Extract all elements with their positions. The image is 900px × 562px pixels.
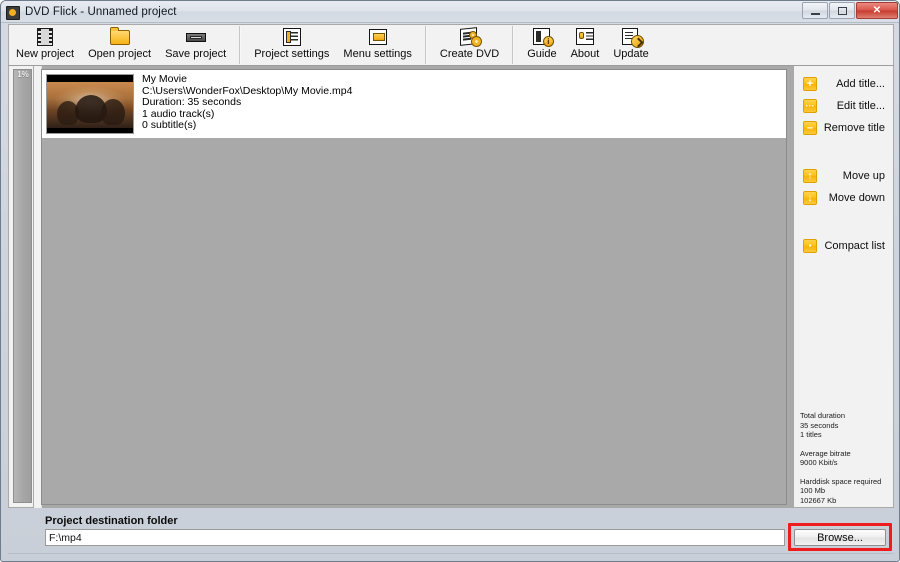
toolbar-guide-label: Guide	[527, 48, 557, 60]
toolbar-about-label: About	[570, 48, 600, 60]
add-title-label: Add title...	[836, 78, 885, 90]
window-controls: ✕	[801, 2, 898, 19]
ellipsis-icon: ···	[803, 99, 817, 113]
toolbar-new-project-label: New project	[16, 48, 75, 60]
title-bar: DVD Flick - Unnamed project ✕	[1, 1, 899, 23]
toolbar-save-project-label: Save project	[165, 48, 227, 60]
film-strip-icon	[34, 27, 56, 47]
edit-title-label: Edit title...	[836, 100, 885, 112]
toolbar-guide[interactable]: i Guide	[520, 25, 563, 65]
title-list[interactable]: My Movie C:\Users\WonderFox\Desktop\My M…	[41, 69, 787, 505]
encode-progress-strip: 1%	[8, 66, 34, 508]
remove-title-label: Remove title	[823, 122, 885, 134]
remove-title-button[interactable]: – Remove title	[797, 118, 891, 138]
compact-list-button[interactable]: ▪ Compact list	[797, 236, 891, 256]
total-duration-value: 35 seconds	[800, 420, 839, 430]
compact-list-label: Compact list	[824, 240, 885, 252]
maximize-button[interactable]	[829, 2, 855, 19]
main-toolbar: New project Open project Save project Pr…	[8, 24, 894, 66]
toolbar-update[interactable]: Update	[606, 25, 655, 65]
browse-button[interactable]: Browse...	[794, 529, 886, 546]
toolbar-create-dvd[interactable]: Create DVD	[433, 25, 506, 65]
project-stats: Total duration 35 seconds 1 titles Avera…	[800, 411, 892, 514]
title-subtitles: 0 subtitle(s)	[142, 119, 197, 132]
harddisk-mb: 100 Mb	[800, 486, 826, 495]
move-up-label: Move up	[842, 170, 885, 182]
minimize-button[interactable]	[802, 2, 828, 19]
titles-count: 1 titles	[800, 430, 822, 439]
about-icon	[574, 27, 596, 47]
dvd-flick-window: DVD Flick - Unnamed project ✕ New projec…	[0, 0, 900, 562]
compact-list-icon: ▪	[803, 239, 817, 253]
harddisk-kb: 102667 Kb	[800, 495, 837, 505]
title-metadata: My Movie C:\Users\WonderFox\Desktop\My M…	[142, 73, 352, 132]
minimize-icon	[810, 12, 820, 15]
average-bitrate-value: 9000 Kbit/s	[800, 458, 838, 467]
toolbar-separator-1	[239, 26, 242, 64]
destination-folder-input[interactable]: F:\mp4	[45, 529, 785, 546]
window-title: DVD Flick - Unnamed project	[25, 5, 177, 18]
progress-bar-fill	[13, 69, 32, 503]
toolbar-project-settings-label: Project settings	[254, 48, 330, 60]
arrow-up-icon: ↑	[803, 169, 817, 183]
progress-percent-label: 1%	[17, 70, 29, 79]
dvd-disc-icon	[6, 5, 20, 20]
maximize-icon	[837, 6, 847, 15]
harddisk-label: Harddisk space required	[800, 476, 882, 486]
stats-harddisk-group: Harddisk space required 100 Mb 102667 Kb	[800, 477, 892, 506]
move-up-button[interactable]: ↑ Move up	[797, 166, 891, 186]
toolbar-menu-settings[interactable]: Menu settings	[336, 25, 418, 65]
toolbar-about[interactable]: About	[564, 25, 607, 65]
arrow-down-icon: ↓	[803, 191, 817, 205]
table-row[interactable]: My Movie C:\Users\WonderFox\Desktop\My M…	[42, 70, 786, 138]
minus-icon: –	[803, 121, 817, 135]
update-icon	[620, 27, 645, 48]
create-dvd-icon	[459, 27, 482, 47]
toolbar-open-project[interactable]: Open project	[81, 25, 158, 65]
stats-duration-group: Total duration 35 seconds 1 titles	[800, 411, 892, 440]
toolbar-menu-settings-label: Menu settings	[343, 48, 412, 60]
toolbar-create-dvd-label: Create DVD	[439, 48, 500, 60]
move-down-label: Move down	[828, 192, 885, 204]
toolbar-new-project[interactable]: New project	[9, 25, 81, 65]
toolbar-open-project-label: Open project	[88, 48, 152, 60]
plus-icon: +	[803, 77, 817, 91]
toolbar-update-label: Update	[613, 48, 649, 60]
floppy-save-icon	[185, 27, 207, 47]
add-title-button[interactable]: + Add title...	[797, 74, 891, 94]
menu-settings-icon	[367, 27, 389, 47]
bottom-divider	[8, 553, 894, 554]
title-name: My Movie	[142, 73, 187, 85]
total-duration-label: Total duration	[800, 411, 846, 420]
title-list-panel: My Movie C:\Users\WonderFox\Desktop\My M…	[34, 66, 794, 508]
average-bitrate-label: Average bitrate	[800, 448, 851, 458]
toolbar-separator-3	[512, 26, 515, 64]
title-actions-panel: + Add title... ··· Edit title... – Remov…	[794, 66, 894, 508]
stats-bitrate-group: Average bitrate 9000 Kbit/s	[800, 449, 892, 468]
toolbar-separator-2	[424, 26, 427, 64]
move-down-button[interactable]: ↓ Move down	[797, 188, 891, 208]
edit-title-button[interactable]: ··· Edit title...	[797, 96, 891, 116]
destination-folder-label: Project destination folder	[45, 515, 178, 527]
toolbar-save-project[interactable]: Save project	[158, 25, 233, 65]
toolbar-project-settings[interactable]: Project settings	[247, 25, 336, 65]
close-button[interactable]: ✕	[856, 2, 898, 19]
close-icon: ✕	[872, 5, 882, 16]
project-settings-icon	[281, 27, 303, 47]
guide-info-icon: i	[531, 27, 554, 47]
title-thumbnail	[46, 74, 134, 134]
folder-open-icon	[109, 27, 131, 47]
